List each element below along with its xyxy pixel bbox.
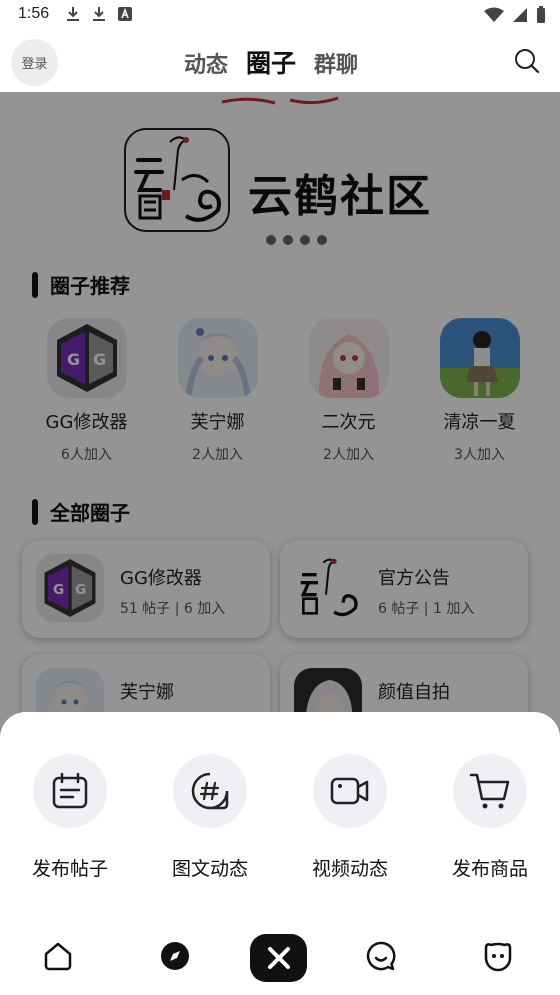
action-label: 图文动态 [171, 858, 248, 880]
font-icon [118, 7, 132, 21]
video-icon [313, 754, 387, 828]
cart-icon [453, 754, 527, 828]
close-icon[interactable] [250, 934, 307, 982]
status-bar: 1:56 [0, 0, 560, 32]
login-button[interactable]: 登录 [11, 39, 58, 86]
publish-video-button[interactable]: 视频动态 [280, 754, 420, 881]
action-label: 视频动态 [311, 858, 388, 880]
tab-quanzi[interactable]: 圈子 [246, 44, 296, 80]
publish-post-button[interactable]: 发布帖子 [0, 754, 140, 881]
action-label: 发布商品 [451, 858, 528, 880]
top-nav: 登录 动态 圈子 群聊 [0, 32, 560, 92]
action-label: 发布帖子 [31, 858, 108, 880]
publish-actions: 发布帖子 图文动态 视频动态 发布商品 [0, 754, 560, 881]
tab-qunliao[interactable]: 群聊 [314, 47, 358, 79]
status-icons-right [484, 6, 546, 24]
hashtag-icon [173, 754, 247, 828]
download-icon [93, 7, 105, 21]
search-icon[interactable] [514, 48, 540, 74]
compass-icon[interactable] [155, 936, 195, 976]
status-icons-left [66, 6, 132, 22]
chat-icon[interactable] [361, 936, 401, 976]
calendar-icon [33, 754, 107, 828]
download-icon [67, 7, 79, 21]
nav-tabs: 动态 圈子 群聊 [184, 44, 358, 80]
face-icon[interactable] [478, 936, 518, 976]
home-icon[interactable] [38, 936, 78, 976]
status-time: 1:56 [18, 5, 50, 22]
publish-product-button[interactable]: 发布商品 [420, 754, 560, 881]
wifi-icon [484, 7, 504, 22]
signal-icon [513, 8, 527, 22]
tab-dongtai[interactable]: 动态 [184, 47, 228, 79]
publish-image-button[interactable]: 图文动态 [140, 754, 280, 881]
bottom-tabbar [0, 920, 560, 995]
battery-icon [537, 6, 545, 23]
